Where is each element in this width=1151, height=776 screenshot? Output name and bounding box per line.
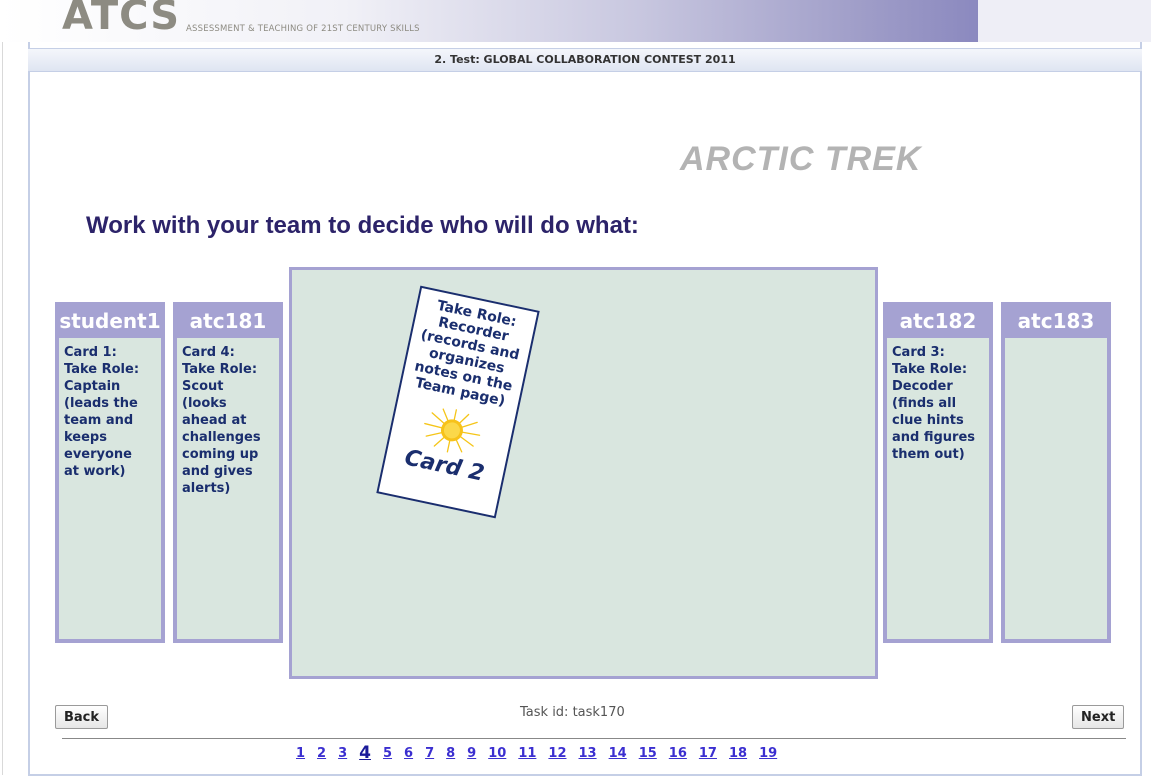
card-text-line: Take Role: — [182, 362, 258, 377]
divider — [62, 738, 1126, 739]
card-text-line: and figures — [892, 430, 976, 445]
card-text-line: everyone — [64, 447, 132, 462]
page-link-2[interactable]: 2 — [317, 746, 326, 763]
player-name: atc183 — [1017, 309, 1095, 333]
card-text-line: coming up — [182, 447, 259, 462]
card-text-line: keeps — [64, 430, 107, 445]
player-panel-atc181[interactable]: atc181 Card 4: Take Role: Scout (looks a… — [173, 302, 283, 643]
player-name: atc182 — [899, 309, 977, 333]
player-drop-zone[interactable]: Card 1: Take Role: Captain (leads the te… — [59, 338, 161, 639]
player-name: student1 — [59, 309, 161, 333]
card-text-line: Card 3: — [892, 345, 945, 360]
logo-text: ATCS — [62, 0, 181, 39]
page-link-10[interactable]: 10 — [488, 746, 506, 763]
card-text-line: at work) — [64, 464, 126, 479]
player-panel-student1[interactable]: student1 Card 1: Take Role: Captain (lea… — [55, 302, 165, 643]
player-drop-zone[interactable]: Card 4: Take Role: Scout (looks ahead at… — [177, 338, 279, 639]
player-panel-atc183[interactable]: atc183 — [1001, 302, 1111, 643]
page-link-19[interactable]: 19 — [759, 746, 777, 763]
card-text-line: (leads the — [64, 396, 138, 411]
card-text-line: team and — [64, 413, 134, 428]
page-link-6[interactable]: 6 — [404, 746, 413, 763]
card-text-line: clue hints — [892, 413, 964, 428]
page-link-9[interactable]: 9 — [467, 746, 476, 763]
player-drop-zone[interactable]: Card 3: Take Role: Decoder (finds all cl… — [887, 338, 989, 639]
page-titlebar: 2. Test: GLOBAL COLLABORATION CONTEST 20… — [28, 48, 1142, 72]
page-link-8[interactable]: 8 — [446, 746, 455, 763]
page-navigation: 1 2 3 4 5 6 7 8 9 10 11 12 13 14 15 16 1… — [296, 743, 789, 763]
card-text-line: Scout — [182, 379, 224, 394]
page-link-1[interactable]: 1 — [296, 746, 305, 763]
card-text-line: Card 1: — [64, 345, 117, 360]
page-link-16[interactable]: 16 — [669, 746, 687, 763]
page-link-12[interactable]: 12 — [548, 746, 566, 763]
card-text-line: Card 4: — [182, 345, 235, 360]
card-text-line: Decoder — [892, 379, 953, 394]
player-name: atc181 — [189, 309, 267, 333]
page-link-11[interactable]: 11 — [518, 746, 536, 763]
page-link-5[interactable]: 5 — [383, 746, 392, 763]
next-button[interactable]: Next — [1072, 705, 1125, 729]
back-button[interactable]: Back — [55, 705, 109, 729]
page-link-17[interactable]: 17 — [699, 746, 717, 763]
card-text-line: ahead at — [182, 413, 247, 428]
player-drop-zone[interactable] — [1005, 338, 1107, 639]
header-banner-right — [978, 0, 1151, 42]
page-link-3[interactable]: 3 — [338, 746, 347, 763]
card-text-line: Take Role: — [64, 362, 140, 377]
card-text-line: (looks — [182, 396, 227, 411]
card-text-line: and gives — [182, 464, 253, 479]
app-title: ARCTIC TREK — [680, 140, 922, 178]
card-text-line: Take Role: — [892, 362, 968, 377]
card-text-line: (finds all — [892, 396, 957, 411]
card-text-line: them out) — [892, 447, 965, 462]
card-text-line: challenges — [182, 430, 261, 445]
task-id: Task id: task170 — [520, 705, 625, 720]
instruction-heading: Work with your team to decide who will d… — [86, 212, 639, 239]
page-link-18[interactable]: 18 — [729, 746, 747, 763]
card-text-line: Captain — [64, 379, 121, 394]
page-link-14[interactable]: 14 — [609, 746, 627, 763]
player-panel-atc182[interactable]: atc182 Card 3: Take Role: Decoder (finds… — [883, 302, 993, 643]
left-border — [2, 42, 3, 775]
team-board — [289, 267, 878, 679]
logo-subtitle: ASSESSMENT & TEACHING OF 21ST CENTURY SK… — [186, 24, 420, 34]
page-link-13[interactable]: 13 — [579, 746, 597, 763]
card-text-line: alerts) — [182, 481, 231, 496]
page-link-15[interactable]: 15 — [639, 746, 657, 763]
atcs-logo: ATCS ASSESSMENT & TEACHING OF 21ST CENTU… — [62, 0, 420, 42]
page-link-4-current[interactable]: 4 — [359, 743, 371, 763]
page-link-7[interactable]: 7 — [425, 746, 434, 763]
